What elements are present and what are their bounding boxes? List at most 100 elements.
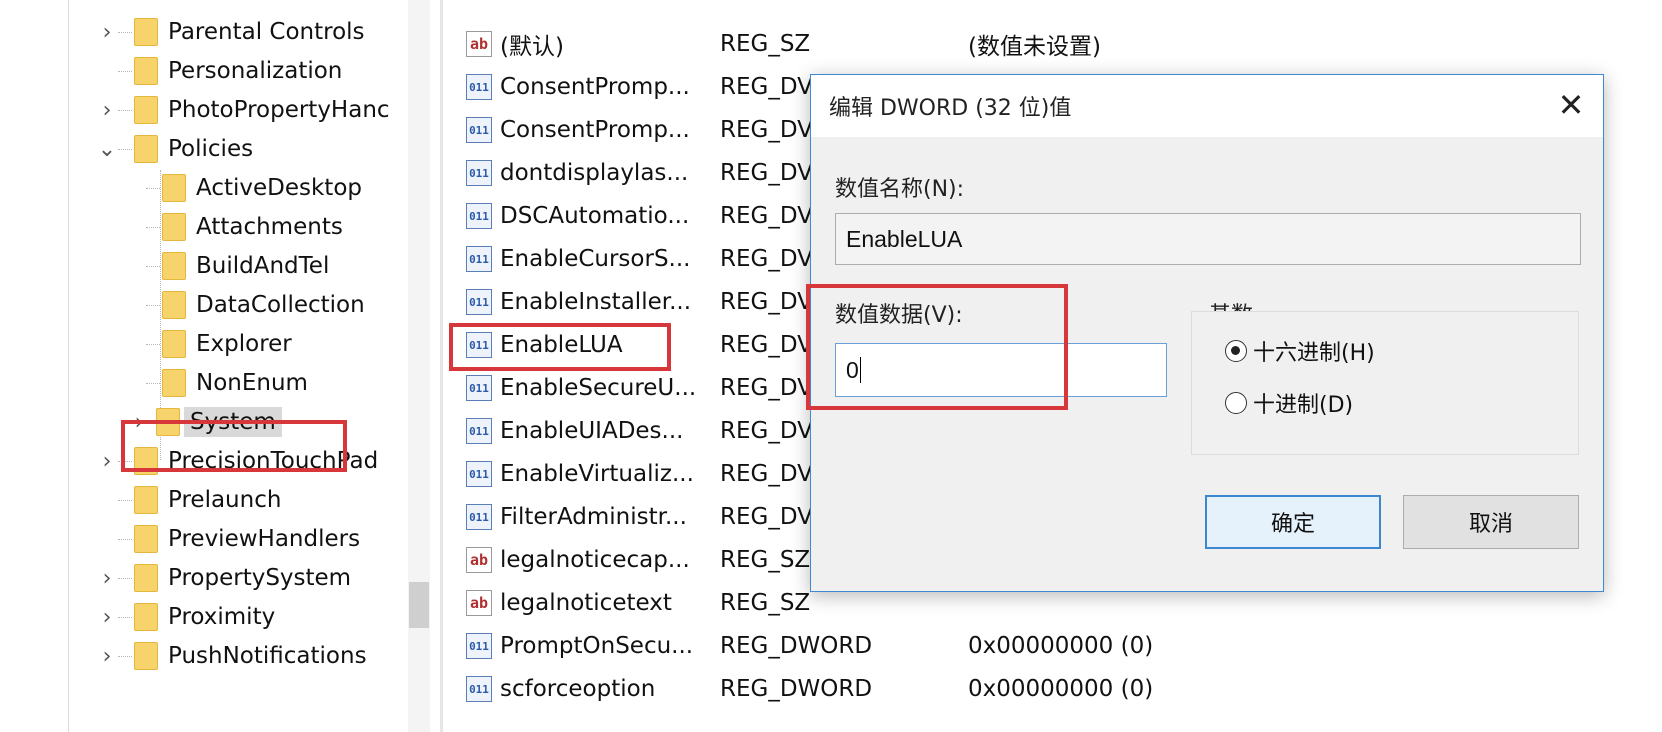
value-row[interactable]: 011 FilterAdministr... REG_DV (448, 497, 813, 537)
tree-item-explorer[interactable]: Explorer (146, 324, 292, 364)
value-row[interactable]: 011 ConsentPromp... REG_DV (448, 67, 813, 107)
collapse-chevron-icon[interactable]: ⌄ (96, 137, 118, 162)
folder-icon (134, 642, 158, 670)
tree-item-label: PropertySystem (168, 565, 352, 591)
expand-chevron-icon[interactable]: › (96, 644, 118, 669)
tree-connector (146, 343, 160, 345)
value-row[interactable]: 011 EnableSecureU... REG_DV (448, 368, 813, 408)
tree-item-label: PreviewHandlers (168, 526, 361, 552)
ok-button[interactable]: 确定 (1205, 495, 1381, 549)
dialog-titlebar[interactable]: 编辑 DWORD (32 位)值 ✕ (811, 75, 1603, 137)
tree-item-activedesktop[interactable]: ActiveDesktop (146, 168, 362, 208)
folder-icon (134, 486, 158, 514)
highlight-enablelua-row (449, 323, 671, 371)
value-type: REG_DV (720, 504, 813, 530)
reg-dword-icon: 011 (466, 74, 492, 100)
value-row[interactable]: 011 EnableCursorS... REG_DV (448, 239, 813, 279)
tree-item-buildandtel[interactable]: BuildAndTel (146, 246, 329, 286)
tree-scrollbar[interactable] (408, 0, 430, 732)
radio-label: 十进制(D) (1253, 393, 1354, 418)
folder-icon (162, 252, 186, 280)
value-type: REG_DV (720, 246, 813, 272)
value-name: EnableInstaller... (500, 289, 692, 315)
tree-guide-line (68, 0, 69, 732)
tree-item-proximity[interactable]: › Proximity (96, 597, 275, 637)
cancel-button[interactable]: 取消 (1403, 495, 1579, 549)
value-row[interactable]: 011 scforceoption REG_DWORD 0x00000000 (… (448, 669, 1153, 709)
tree-item-label: DataCollection (196, 292, 365, 318)
value-row[interactable]: 011 DSCAutomatio... REG_DV (448, 196, 813, 236)
value-row[interactable]: 011 EnableUIADes... REG_DV (448, 411, 813, 451)
value-name: ConsentPromp... (500, 117, 690, 143)
value-row[interactable]: ab legalnoticecap... REG_SZ (448, 540, 810, 580)
reg-dword-icon: 011 (466, 504, 492, 530)
value-row[interactable]: 011 dontdisplaylas... REG_DV (448, 153, 813, 193)
expand-chevron-icon[interactable]: › (96, 98, 118, 123)
reg-dword-icon: 011 (466, 375, 492, 401)
close-icon[interactable]: ✕ (1551, 85, 1591, 125)
value-row[interactable]: 011 EnableVirtualiz... REG_DV (448, 454, 813, 494)
tree-item-label: NonEnum (196, 370, 308, 396)
dialog-title: 编辑 DWORD (32 位)值 (829, 96, 1072, 121)
value-name: scforceoption (500, 676, 656, 702)
folder-icon (162, 174, 186, 202)
radio-hexadecimal[interactable]: 十六进制(H) (1225, 335, 1375, 367)
value-row[interactable]: ab legalnoticetext REG_SZ (448, 583, 810, 623)
tree-item-datacollection[interactable]: DataCollection (146, 285, 365, 325)
highlight-system-key (121, 420, 347, 472)
value-name-field[interactable]: EnableLUA (835, 213, 1581, 265)
value-row[interactable]: 011 EnableInstaller... REG_DV (448, 282, 813, 322)
radio-decimal[interactable]: 十进制(D) (1225, 387, 1353, 419)
folder-icon (162, 369, 186, 397)
tree-connector (118, 499, 132, 501)
reg-sz-icon: ab (466, 31, 492, 57)
pane-splitter[interactable] (440, 0, 443, 732)
registry-tree[interactable]: › Parental Controls Personalization › Ph… (0, 0, 410, 732)
value-type: REG_DWORD (720, 676, 873, 702)
reg-dword-icon: 011 (466, 160, 492, 186)
folder-icon (162, 213, 186, 241)
value-type: REG_DV (720, 332, 813, 358)
tree-scrollbar-thumb[interactable] (409, 582, 429, 628)
expand-chevron-icon[interactable]: › (96, 605, 118, 630)
tree-connector (146, 187, 160, 189)
value-name: dontdisplaylas... (500, 160, 689, 186)
tree-item-attachments[interactable]: Attachments (146, 207, 343, 247)
tree-connector (146, 304, 160, 306)
value-data: 0x00000000 (0) (968, 676, 1154, 702)
value-type: REG_DV (720, 74, 813, 100)
value-type: REG_DWORD (720, 633, 873, 659)
radio-unselected-icon[interactable] (1225, 392, 1247, 414)
tree-item-label: ActiveDesktop (196, 175, 362, 201)
tree-item-previewhandlers[interactable]: PreviewHandlers (96, 519, 360, 559)
expand-chevron-icon[interactable]: › (96, 566, 118, 591)
tree-item-label: Attachments (196, 214, 343, 240)
tree-item-parental-controls[interactable]: › Parental Controls (96, 12, 365, 52)
tree-item-pushnotifications[interactable]: › PushNotifications (96, 636, 367, 676)
tree-item-personalization[interactable]: Personalization (96, 51, 342, 91)
reg-sz-icon: ab (466, 590, 492, 616)
tree-item-label: PushNotifications (168, 643, 367, 669)
value-type: REG_DV (720, 117, 813, 143)
value-row[interactable]: 011 ConsentPromp... REG_DV (448, 110, 813, 150)
value-row[interactable]: 011 PromptOnSecu... REG_DWORD 0x00000000… (448, 626, 1153, 666)
tree-item-label: BuildAndTel (196, 253, 330, 279)
value-name: ConsentPromp... (500, 74, 690, 100)
expand-chevron-icon[interactable]: › (96, 449, 118, 474)
value-type: REG_DV (720, 203, 813, 229)
reg-dword-icon: 011 (466, 418, 492, 444)
tree-connector (146, 226, 160, 228)
tree-item-photopropertyhanc[interactable]: › PhotoPropertyHanc (96, 90, 390, 130)
tree-item-policies[interactable]: ⌄ Policies (96, 129, 253, 169)
tree-item-nonenum[interactable]: NonEnum (146, 363, 308, 403)
tree-item-prelaunch[interactable]: Prelaunch (96, 480, 281, 520)
value-row[interactable]: ab (默认) REG_SZ (数值未设置) (448, 24, 1101, 64)
tree-connector (118, 655, 132, 657)
tree-item-propertysystem[interactable]: › PropertySystem (96, 558, 351, 598)
expand-chevron-icon[interactable]: › (96, 20, 118, 45)
value-name-text: EnableLUA (846, 225, 963, 252)
value-type: REG_DV (720, 418, 813, 444)
reg-dword-icon: 011 (466, 203, 492, 229)
value-type: REG_DV (720, 461, 813, 487)
radio-selected-icon[interactable] (1225, 340, 1247, 362)
